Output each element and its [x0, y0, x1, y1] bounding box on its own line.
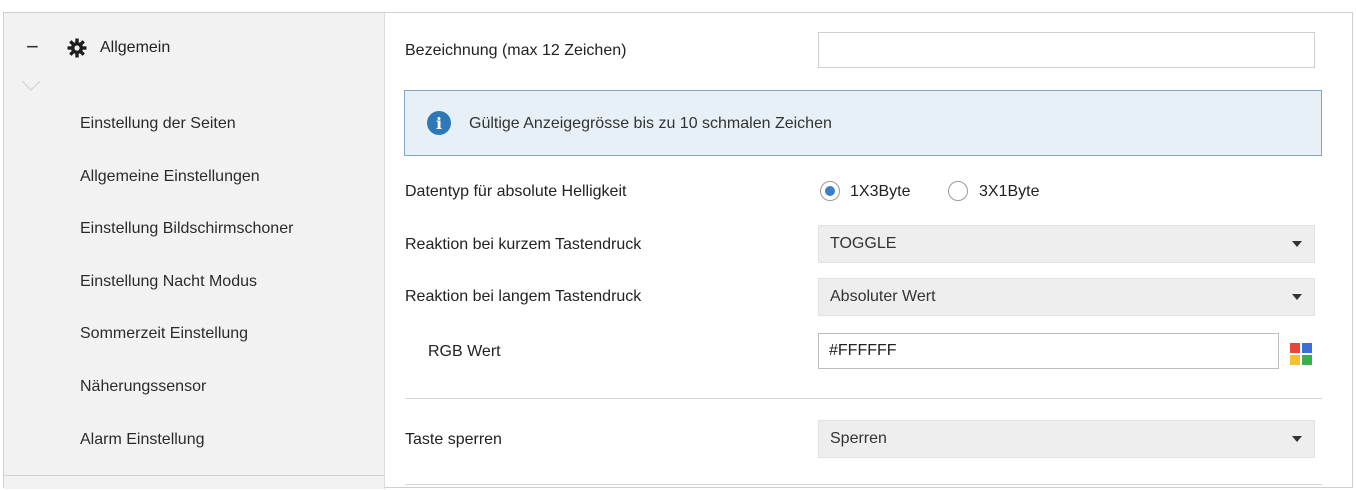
- sidebar-item-nacht-modus[interactable]: Einstellung Nacht Modus: [80, 273, 257, 291]
- sidebar-item-naeherungssensor[interactable]: Näherungssensor: [80, 378, 206, 396]
- info-banner: i Gültige Anzeigegrösse bis zu 10 schmal…: [404, 90, 1322, 156]
- sidebar-item-bildschirmschoner[interactable]: Einstellung Bildschirmschoner: [80, 220, 293, 238]
- chevron-down-icon: [1292, 436, 1302, 442]
- chevron-down-icon: [1292, 241, 1302, 247]
- taste-label: Taste sperren: [405, 431, 502, 448]
- info-icon: i: [427, 111, 451, 135]
- rgb-input[interactable]: #FFFFFF: [818, 333, 1279, 369]
- section-divider: [405, 398, 1322, 399]
- sidebar-group-allgemein[interactable]: − Allgemein: [4, 13, 384, 83]
- radio-3x1byte[interactable]: [948, 181, 968, 201]
- palette-red: [1290, 343, 1300, 353]
- sidebar-divider: [4, 475, 384, 476]
- palette-green: [1302, 355, 1312, 365]
- taste-select[interactable]: Sperren: [818, 420, 1315, 458]
- bezeichnung-input[interactable]: [818, 32, 1315, 68]
- lang-select-value: Absoluter Wert: [830, 288, 936, 305]
- palette-yellow: [1290, 355, 1300, 365]
- color-palette-icon[interactable]: [1290, 343, 1312, 365]
- sidebar: − Allgemein Einstellung der Seiten Allge…: [4, 13, 385, 489]
- radio-1x3byte[interactable]: [820, 181, 840, 201]
- rgb-label: RGB Wert: [428, 343, 501, 360]
- taste-select-value: Sperren: [830, 430, 887, 447]
- sidebar-header-label: Allgemein: [100, 39, 171, 56]
- kurz-select[interactable]: TOGGLE: [818, 225, 1315, 263]
- chevron-down-icon: [1292, 294, 1302, 300]
- radio-3x1byte-label: 3X1Byte: [979, 183, 1040, 200]
- notch-indicator: [22, 81, 40, 91]
- lang-label: Reaktion bei langem Tastendruck: [405, 288, 642, 305]
- kurz-select-value: TOGGLE: [830, 235, 897, 252]
- kurz-label: Reaktion bei kurzem Tastendruck: [405, 236, 642, 253]
- info-text: Gültige Anzeigegrösse bis zu 10 schmalen…: [469, 115, 832, 132]
- gear-icon: [67, 38, 87, 58]
- radio-1x3byte-label: 1X3Byte: [850, 183, 911, 200]
- sidebar-item-einstellung-der-seiten[interactable]: Einstellung der Seiten: [80, 115, 236, 133]
- datentyp-label: Datentyp für absolute Helligkeit: [405, 183, 627, 200]
- palette-blue: [1302, 343, 1312, 353]
- bezeichnung-label: Bezeichnung (max 12 Zeichen): [405, 42, 627, 59]
- sidebar-item-sommerzeit[interactable]: Sommerzeit Einstellung: [80, 325, 248, 343]
- collapse-icon[interactable]: −: [26, 35, 39, 59]
- lang-select[interactable]: Absoluter Wert: [818, 278, 1315, 316]
- sidebar-item-allgemeine-einstellungen[interactable]: Allgemeine Einstellungen: [80, 168, 260, 186]
- section-divider-bottom: [405, 484, 1322, 485]
- sidebar-item-alarm-einstellung[interactable]: Alarm Einstellung: [80, 431, 205, 449]
